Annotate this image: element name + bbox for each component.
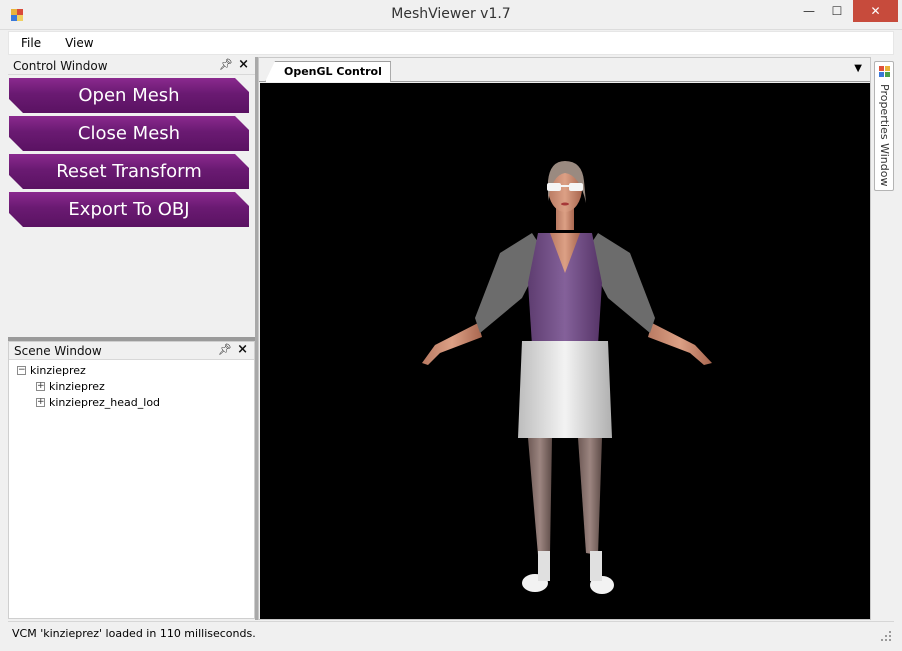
menu-bar: File View — [8, 31, 894, 55]
minimize-button[interactable]: — — [795, 0, 823, 22]
status-text: VCM 'kinzieprez' loaded in 110 milliseco… — [12, 626, 256, 640]
tree-node-root[interactable]: − kinzieprez — [9, 362, 254, 378]
properties-window-tab[interactable]: Properties Window — [874, 61, 894, 191]
maximize-button[interactable]: ☐ — [823, 0, 851, 22]
close-panel-icon[interactable]: × — [238, 57, 249, 72]
control-window-title: Control Window — [13, 58, 108, 73]
menu-view[interactable]: View — [53, 32, 105, 54]
properties-icon — [879, 66, 890, 77]
character-model — [422, 161, 712, 594]
control-window: Control Window 📌︎ × Open Mesh Close Mesh… — [8, 57, 255, 337]
status-bar: VCM 'kinzieprez' loaded in 110 milliseco… — [8, 621, 894, 644]
opengl-viewport[interactable] — [260, 83, 870, 619]
close-panel-icon[interactable]: × — [237, 342, 248, 357]
scene-window-title: Scene Window — [14, 343, 102, 358]
resize-grip-icon[interactable] — [881, 631, 891, 641]
title-bar: MeshViewer v1.7 — ☐ ✕ — [0, 0, 902, 30]
pin-icon[interactable]: 📌︎ — [219, 58, 233, 71]
tab-strip: OpenGL Control ▼ — [259, 58, 870, 82]
expand-icon[interactable]: + — [36, 381, 45, 391]
scene-window-header: Scene Window 📌︎ × — [9, 342, 254, 360]
menu-file[interactable]: File — [9, 32, 53, 54]
tree-node-label[interactable]: kinzieprez — [30, 364, 86, 377]
expand-icon[interactable]: + — [36, 397, 45, 407]
collapse-icon[interactable]: − — [17, 365, 26, 375]
pin-icon[interactable]: 📌︎ — [218, 343, 232, 356]
properties-strip: Properties Window — [872, 57, 896, 620]
close-button[interactable]: ✕ — [853, 0, 898, 22]
reset-transform-button[interactable]: Reset Transform — [9, 154, 249, 189]
window-title: MeshViewer v1.7 — [391, 6, 511, 22]
tree-node-child[interactable]: + kinzieprez_head_lod — [9, 394, 254, 410]
tree-node-child[interactable]: + kinzieprez — [9, 378, 254, 394]
tree-node-label[interactable]: kinzieprez — [49, 380, 105, 393]
close-mesh-button[interactable]: Close Mesh — [9, 116, 249, 151]
properties-window-label: Properties Window — [878, 84, 891, 187]
tree-node-label[interactable]: kinzieprez_head_lod — [49, 396, 160, 409]
export-obj-button[interactable]: Export To OBJ — [9, 192, 249, 227]
chevron-down-icon[interactable]: ▼ — [854, 63, 862, 74]
scene-tree: − kinzieprez + kinzieprez + kinzieprez_h… — [9, 360, 254, 410]
open-mesh-button[interactable]: Open Mesh — [9, 78, 249, 113]
control-window-header: Control Window 📌︎ × — [8, 57, 255, 75]
document-area: OpenGL Control ▼ — [258, 57, 871, 620]
tab-opengl-control[interactable]: OpenGL Control — [265, 61, 391, 82]
scene-window: Scene Window 📌︎ × − kinzieprez + kinziep… — [8, 341, 255, 619]
